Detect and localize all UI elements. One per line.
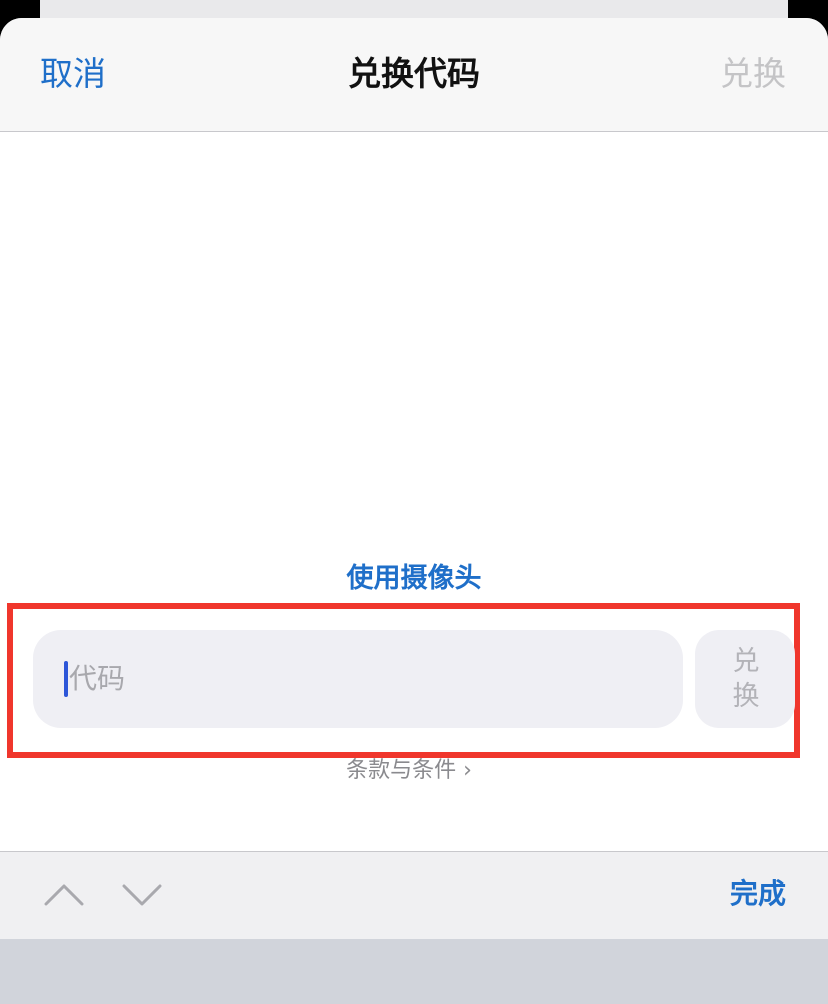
done-button[interactable]: 完成 bbox=[730, 876, 786, 912]
use-camera-link[interactable]: 使用摄像头 bbox=[0, 562, 828, 596]
nav-redeem-button[interactable]: 兑换 bbox=[720, 54, 786, 94]
redeem-button[interactable]: 兑换 bbox=[695, 630, 795, 728]
chevron-down-icon[interactable] bbox=[122, 878, 162, 908]
redeem-button-label: 兑换 bbox=[732, 646, 760, 712]
code-input[interactable]: 代码 bbox=[33, 630, 683, 728]
keyboard-accessory-bar: 完成 bbox=[0, 851, 828, 939]
redeem-sheet: 取消 兑换代码 兑换 使用摄像头 代码 兑换 条款与条件 › 完成 bbox=[0, 18, 828, 1004]
navigation-bar: 取消 兑换代码 兑换 bbox=[0, 18, 828, 132]
text-cursor bbox=[64, 661, 68, 697]
terms-and-conditions-link[interactable]: 条款与条件 › bbox=[0, 756, 818, 786]
chevron-up-icon[interactable] bbox=[44, 878, 84, 908]
page-title: 兑换代码 bbox=[348, 54, 480, 93]
keyboard-area bbox=[0, 939, 828, 1004]
code-placeholder: 代码 bbox=[69, 662, 126, 695]
